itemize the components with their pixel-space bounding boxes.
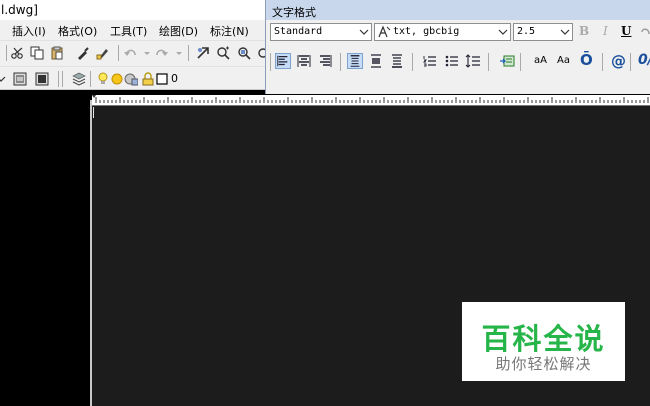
lowercase-button[interactable]: Aa (557, 55, 570, 66)
undo-icon[interactable] (124, 46, 138, 60)
cad-window-title-bar: l.dwg] (0, 0, 265, 20)
zoom-realtime-icon[interactable] (216, 46, 230, 60)
text-cursor (93, 107, 94, 118)
symbol-button[interactable]: @ (611, 52, 626, 70)
layer-on-bulb-icon[interactable] (96, 72, 110, 86)
bullet-list-icon[interactable] (444, 53, 460, 69)
current-layer-name[interactable]: 0 (171, 72, 178, 85)
text-height-value: 2.5 (517, 26, 536, 37)
align-middle-icon[interactable] (368, 53, 384, 69)
paste-icon[interactable] (50, 46, 64, 60)
match-properties-icon[interactable] (76, 46, 90, 60)
menu-draw[interactable]: 绘图(D) (159, 23, 198, 39)
toolbar-separator (118, 45, 119, 61)
text-style-value: Standard (274, 26, 323, 37)
undo-text-icon[interactable] (640, 26, 650, 38)
zoom-window-icon[interactable] (237, 46, 251, 60)
toolbar-separator (488, 53, 489, 71)
menu-format[interactable]: 格式(O) (58, 23, 97, 39)
align-left-icon[interactable] (275, 53, 291, 69)
block-editor-icon[interactable] (96, 46, 110, 60)
layer-properties-icon[interactable] (72, 72, 86, 86)
layer-color-swatch-icon[interactable] (156, 72, 170, 86)
watermark-slogan: 助你轻松解决 (495, 355, 592, 373)
copy-icon[interactable] (30, 46, 44, 60)
layer-viewport-icon[interactable] (124, 72, 138, 86)
toolbar-separator (6, 45, 7, 61)
watermark-brand: 百科全说 (481, 322, 606, 356)
toolbar-separator (630, 53, 631, 71)
ruler-ticks (92, 95, 649, 103)
undo-dropdown-icon[interactable] (140, 46, 154, 60)
chevron-down-icon (560, 29, 570, 35)
standard-toolbar (0, 40, 268, 66)
numbered-list-icon[interactable] (422, 53, 438, 69)
menu-insert[interactable]: 插入(I) (12, 23, 46, 39)
pan-icon[interactable] (196, 46, 210, 60)
layer-lock-icon[interactable] (141, 72, 155, 86)
text-height-select[interactable]: 2.5 (513, 23, 573, 41)
toolbar-separator (340, 53, 341, 71)
toolbar-separator (270, 53, 271, 71)
toolbar-separator (520, 53, 521, 71)
cut-icon[interactable] (11, 46, 25, 60)
redo-dropdown-icon[interactable] (172, 46, 186, 60)
toolbar-separator (90, 71, 91, 87)
text-format-title: 文字格式 (272, 6, 316, 19)
toolbar-separator (58, 71, 59, 87)
insert-field-icon[interactable] (499, 53, 515, 69)
toolbar-separator (62, 71, 63, 87)
italic-button[interactable]: I (603, 24, 608, 38)
align-center-icon[interactable] (296, 53, 312, 69)
layer-isolate-icon[interactable] (35, 72, 49, 86)
layers-toolbar: 0 (0, 66, 265, 90)
uppercase-button[interactable]: aA (534, 55, 547, 66)
line-spacing-icon[interactable] (465, 53, 481, 69)
menu-tools[interactable]: 工具(T) (110, 23, 147, 39)
font-value: txt, gbcbig (393, 26, 460, 37)
font-type-icon (378, 25, 391, 38)
watermark-logo: 百科全说 助你轻松解决 (462, 302, 625, 381)
text-format-title-bar[interactable]: 文字格式 (266, 0, 650, 20)
align-top-icon[interactable] (347, 53, 363, 69)
overline-button[interactable]: Ō (580, 51, 593, 69)
toolbar-separator (188, 45, 189, 61)
bold-button[interactable]: B (579, 24, 589, 38)
underline-button[interactable]: U (621, 24, 631, 38)
toolbar-separator (602, 53, 603, 71)
redo-icon[interactable] (154, 46, 168, 60)
text-style-select[interactable]: Standard (270, 23, 372, 41)
toolbar-separator (412, 53, 413, 71)
font-select[interactable]: txt, gbcbig (374, 23, 511, 41)
chevron-down-icon (498, 29, 508, 35)
align-right-icon[interactable] (317, 53, 333, 69)
cad-window-title: l.dwg] (1, 3, 38, 17)
align-bottom-icon[interactable] (389, 53, 405, 69)
layer-dropdown-arrow-icon[interactable] (0, 72, 6, 86)
layer-state-icon[interactable] (13, 72, 27, 86)
layer-thaw-sun-icon[interactable] (110, 72, 124, 86)
text-ruler[interactable] (92, 95, 650, 106)
text-format-panel: 文字格式 Standard txt, gbcbig 2.5 B I U aA A… (265, 0, 650, 94)
chevron-down-icon (359, 29, 369, 35)
cad-menu-bar: 插入(I) 格式(O) 工具(T) 绘图(D) 标注(N) (0, 20, 265, 40)
oblique-angle-button[interactable]: 0/ (638, 52, 650, 68)
menu-dimension[interactable]: 标注(N) (210, 23, 249, 39)
